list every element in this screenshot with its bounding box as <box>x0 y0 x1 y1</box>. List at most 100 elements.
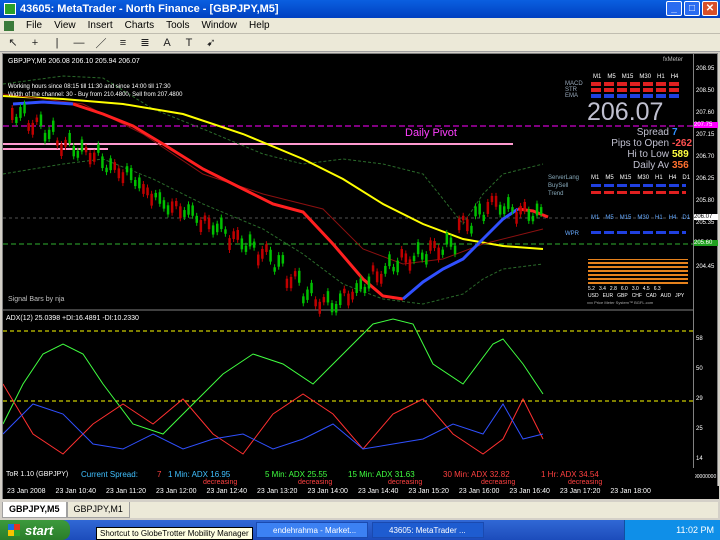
chart-window-icon[interactable] <box>4 20 14 31</box>
currency-strength-bars <box>588 259 688 284</box>
time-tick: 23 Jan 14:40 <box>357 488 399 495</box>
minimize-button[interactable]: _ <box>666 1 682 16</box>
usd-value: 5.2 <box>588 286 595 292</box>
time-tick: 23 Jan 14:00 <box>307 488 348 495</box>
chf-label: CHF <box>631 293 642 299</box>
tf2-m5: M5 <box>605 175 614 181</box>
channel-icon[interactable]: ≡ <box>116 36 130 50</box>
tf2-m15: M15 <box>619 175 632 181</box>
tf2-h4: H4 <box>668 175 677 181</box>
symbol-header: GBPJPY,M5 206.08 206.10 205.94 206.07 <box>8 58 140 65</box>
menu-file[interactable]: File <box>26 20 42 31</box>
tf3-h1: H1 <box>655 215 663 221</box>
meter-price: 206.07 <box>587 98 664 126</box>
arrow-tool-icon[interactable]: ➹ <box>204 36 218 50</box>
cursor-icon[interactable]: ↖ <box>6 36 20 50</box>
maximize-button[interactable]: □ <box>684 1 700 16</box>
dailyav-value: 356 <box>672 160 689 171</box>
clock: 11:02 PM <box>676 525 714 535</box>
tf-m15: M15 <box>621 74 634 80</box>
trend-decreasing: decreasing <box>298 479 333 486</box>
time-tick: 23 Jan 10:40 <box>55 488 97 495</box>
trend-label: Trend <box>548 191 564 197</box>
support-price-badge: 205.60 <box>694 240 718 246</box>
info-line-2: Width of the channel: 30 - Buy from 210.… <box>8 92 183 98</box>
trendline-icon[interactable]: ／ <box>94 36 108 50</box>
tf3-m1: M1 <box>591 215 600 221</box>
aud-label: AUD <box>660 293 672 299</box>
text-tool-icon[interactable]: A <box>160 36 174 50</box>
adx-header: ADX(12) 25.0398 +DI:16.4891 -DI:10.2330 <box>6 315 139 322</box>
cad-label: CAD <box>645 293 657 299</box>
taskbar-item-market[interactable]: endehrahma - Market... <box>256 522 368 538</box>
time-tick: 23 Jan 18:00 <box>610 488 651 495</box>
chart-window[interactable]: GBPJPY,M5 206.08 206.10 205.94 206.07 Wo… <box>2 53 719 499</box>
tf2-d1: D1 <box>682 175 691 181</box>
tf2-m1: M1 <box>591 175 600 181</box>
dailyav-label: Daily Av <box>633 160 669 171</box>
price-tick: 208.95 <box>696 66 715 72</box>
time-tick: 23 Jan 17:20 <box>559 488 601 495</box>
currency-values: 5.2 3.4 2.8 6.0 3.0 4.5 6.3 <box>588 286 661 292</box>
time-tick: 23 Jan 11:20 <box>106 488 146 495</box>
meter-row-labels: MACD STR EMA <box>565 81 583 99</box>
ema-line <box>3 95 544 250</box>
price-tick: 206.25 <box>696 176 715 182</box>
tf2-m30: M30 <box>637 175 650 181</box>
price-tick: 208.50 <box>696 88 715 94</box>
spread-label: Spread <box>636 127 669 138</box>
trend-decreasing: decreasing <box>388 479 423 486</box>
adx-status-line: ToR 1.10 (GBPJPY) Current Spread: 7 1 Mi… <box>3 468 695 486</box>
start-button[interactable]: start <box>0 520 70 540</box>
price-tick: 204.45 <box>696 264 715 270</box>
fibonacci-icon[interactable]: ≣ <box>138 36 152 50</box>
tab-gbpjpy-m5[interactable]: GBPJPY,M5 <box>2 502 67 518</box>
price-tick: 205.80 <box>696 198 715 204</box>
cad-value: 3.0 <box>631 286 639 292</box>
tf3-h4: H4 <box>668 215 677 221</box>
taskbar-item-metatrader[interactable]: 43605: MetaTrader ... <box>372 522 484 538</box>
eur-value: 3.4 <box>598 286 606 292</box>
meter-tf-headers: M1 M5 M15 M30 H1 H4 <box>593 74 678 80</box>
eur-label: EUR <box>602 293 614 299</box>
tf-h4: H4 <box>670 74 679 80</box>
chf-value: 6.0 <box>620 286 628 292</box>
time-tick: 23 Jan 12:00 <box>156 488 197 495</box>
time-tick: 23 Jan 16:40 <box>509 488 550 495</box>
label-tool-icon[interactable]: T <box>182 36 196 50</box>
start-label: start <box>25 522 54 538</box>
meter-title: fxMeter <box>663 57 684 63</box>
spread-status-label: Current Spread: <box>81 470 138 479</box>
menu-tools[interactable]: Tools <box>166 20 189 31</box>
candle-series <box>11 100 543 317</box>
menu-insert[interactable]: Insert <box>88 20 113 31</box>
trend-decreasing: decreasing <box>481 479 516 486</box>
time-axis: 23 Jan 2008 23 Jan 10:40 23 Jan 11:20 23… <box>3 486 719 499</box>
trend-decreasing: decreasing <box>568 479 603 486</box>
daily-pivot-label: Daily Pivot <box>405 127 457 139</box>
price-tick: 207.60 <box>696 110 715 116</box>
close-button[interactable]: ✕ <box>702 1 718 16</box>
time-tick: 23 Jan 16:00 <box>458 488 500 495</box>
menu-window[interactable]: Window <box>201 20 237 31</box>
jpy-value: 6.3 <box>653 286 661 292</box>
drawing-toolbar: ↖ + | — ／ ≡ ≣ A T ➹ <box>0 34 720 52</box>
row-ema: EMA <box>565 93 579 99</box>
horizontal-line-icon[interactable]: — <box>72 36 86 50</box>
gbp-value: 2.8 <box>609 286 617 292</box>
aud-value: 4.5 <box>642 286 650 292</box>
currency-labels: USD EUR GBP CHF CAD AUD JPY <box>588 293 684 299</box>
tor-label: ToR 1.10 (GBPJPY) <box>6 471 69 478</box>
menu-charts[interactable]: Charts <box>125 20 154 31</box>
wpr-label: WPR <box>565 231 579 237</box>
adx-30min: 30 Min: ADX 32.82 <box>443 470 510 479</box>
menu-help[interactable]: Help <box>249 20 270 31</box>
menu-view[interactable]: View <box>54 20 76 31</box>
vertical-line-icon[interactable]: | <box>50 36 64 50</box>
spread-status-value: 7 <box>157 470 162 479</box>
system-tray: 11:02 PM <box>624 520 720 540</box>
price-axis[interactable]: 208.95 208.50 207.60 207.15 206.70 206.2… <box>693 54 718 486</box>
time-tick: 23 Jan 13:20 <box>256 488 298 495</box>
crosshair-icon[interactable]: + <box>28 36 42 50</box>
tab-gbpjpy-m1[interactable]: GBPJPY,M1 <box>66 502 130 518</box>
